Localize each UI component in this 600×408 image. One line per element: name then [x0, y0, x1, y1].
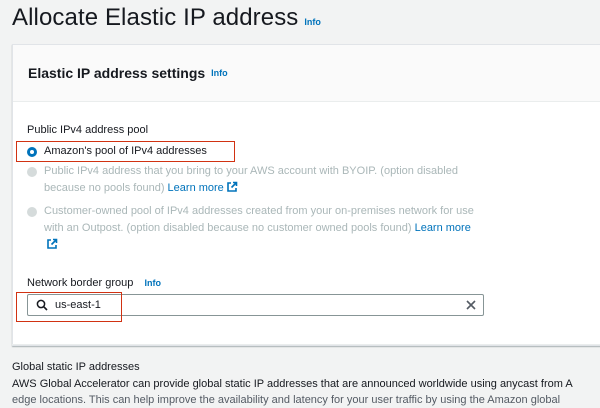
pool-option-customer-owned-label: Customer-owned pool of IPv4 addresses cr… — [44, 203, 484, 254]
pool-option-customer-owned-text: Customer-owned pool of IPv4 addresses cr… — [44, 205, 474, 234]
section-divider — [12, 344, 600, 345]
radio-button-disabled — [27, 167, 37, 177]
global-desc-line2: edge locations. This can help improve th… — [12, 394, 561, 406]
network-border-group-label: Network border group Info — [27, 277, 161, 289]
panel-title: Elastic IP address settings — [28, 65, 206, 81]
external-link-icon[interactable] — [226, 181, 238, 193]
global-desc-line1: AWS Global Accelerator can provide globa… — [12, 378, 573, 390]
page-info-link[interactable]: Info — [304, 17, 321, 27]
network-border-group-text: Network border group — [27, 277, 134, 289]
pool-option-byoip-text: Public IPv4 address that you bring to yo… — [44, 165, 458, 194]
learn-more-link[interactable]: Learn more — [415, 222, 471, 234]
radio-button-disabled — [27, 207, 37, 217]
pool-option-byoip-label: Public IPv4 address that you bring to yo… — [44, 163, 484, 197]
highlight-box-amazon-option — [16, 141, 235, 162]
page-header: Allocate Elastic IP address Info — [12, 4, 321, 32]
close-icon[interactable] — [465, 299, 477, 311]
global-static-ip-description: AWS Global Accelerator can provide globa… — [12, 376, 600, 408]
pool-label: Public IPv4 address pool — [27, 124, 149, 136]
page-title: Allocate Elastic IP address — [12, 4, 299, 31]
settings-info-link[interactable]: Info — [211, 68, 228, 78]
highlight-box-network-border-group — [16, 292, 122, 322]
panel-header: Elastic IP address settings Info — [13, 45, 600, 102]
nbg-info-link[interactable]: Info — [144, 278, 161, 288]
learn-more-link[interactable]: Learn more — [168, 182, 224, 194]
pool-option-customer-owned: Customer-owned pool of IPv4 addresses cr… — [27, 203, 484, 254]
external-link-icon[interactable] — [46, 238, 58, 250]
pool-option-byoip: Public IPv4 address that you bring to yo… — [27, 163, 484, 197]
global-static-ip-title: Global static IP addresses — [12, 361, 140, 373]
